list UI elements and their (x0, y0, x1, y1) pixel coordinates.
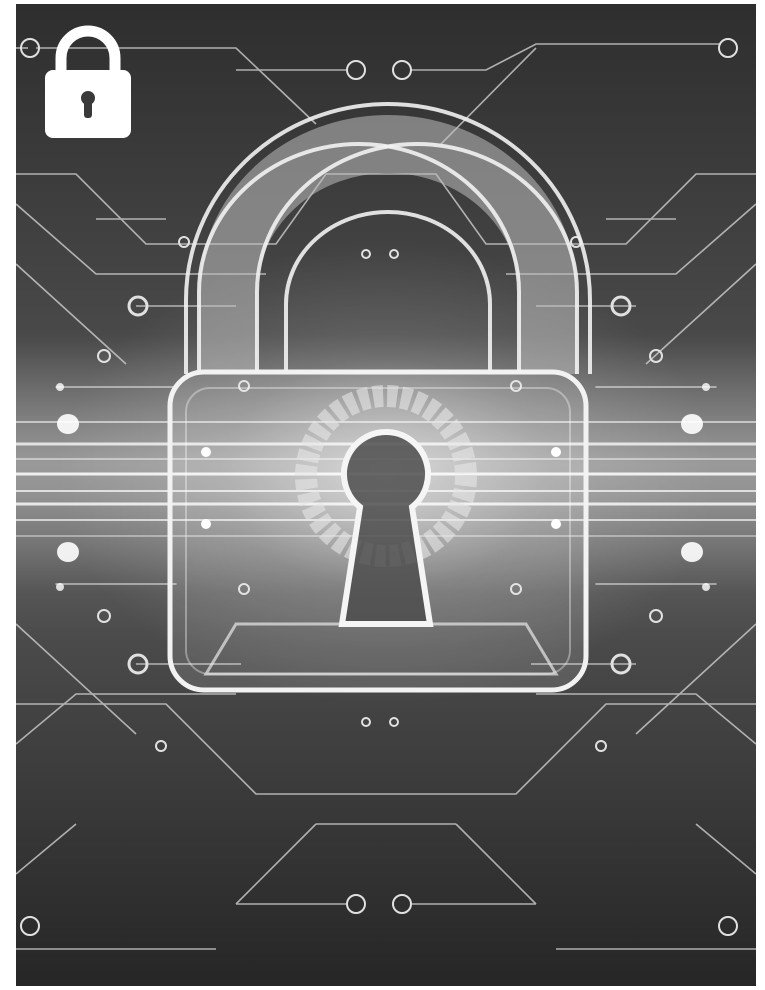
keyhole (338, 428, 434, 627)
artwork-frame (16, 4, 756, 986)
circuit-padlock-illustration (16, 4, 756, 986)
padlock-icon (45, 25, 131, 138)
